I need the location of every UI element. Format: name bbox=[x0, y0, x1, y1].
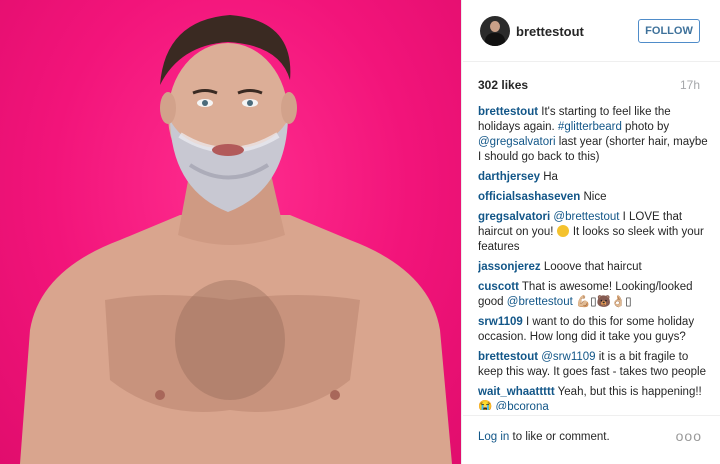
instagram-post-window: brettestout FOLLOW 302 likes 17h brettes… bbox=[0, 0, 720, 464]
comment-username-link[interactable]: jassonjerez bbox=[478, 261, 541, 273]
comment-item: cuscott That is awesome! Looking/looked … bbox=[478, 280, 710, 310]
mention-link[interactable]: @brettestout bbox=[507, 296, 573, 308]
post-footer: Log in to like or comment. ooo bbox=[463, 415, 720, 464]
comment-item: srw1109 I want to do this for some holid… bbox=[478, 315, 710, 345]
comment-text: Looove that haircut bbox=[540, 261, 642, 273]
smiley-emoji-icon bbox=[556, 225, 569, 237]
comment-item: darthjersey Ha bbox=[478, 170, 710, 185]
comment-text: Ha bbox=[540, 171, 558, 183]
post-timestamp[interactable]: 17h bbox=[680, 78, 700, 92]
login-link[interactable]: Log in bbox=[478, 431, 509, 443]
post-sidebar: brettestout FOLLOW 302 likes 17h brettes… bbox=[463, 0, 720, 464]
avatar-body bbox=[485, 33, 505, 46]
mention-link[interactable]: #glitterbeard bbox=[558, 121, 622, 133]
more-options-icon[interactable]: ooo bbox=[676, 428, 702, 444]
post-stats: 302 likes 17h bbox=[463, 63, 720, 101]
comment-username-link[interactable]: wait_whaattttt bbox=[478, 386, 555, 398]
comment-username-link[interactable]: brettestout bbox=[478, 106, 538, 118]
comment-text: 💪🏼▯🐻👌🏼▯ bbox=[572, 296, 632, 308]
comment-item: brettestout It's starting to feel like t… bbox=[478, 105, 710, 165]
avatar-head bbox=[490, 21, 500, 32]
login-prompt: Log in to like or comment. bbox=[478, 431, 610, 443]
post-header: brettestout FOLLOW bbox=[463, 0, 720, 62]
comment-username-link[interactable]: srw1109 bbox=[478, 316, 523, 328]
login-prompt-text: to like or comment. bbox=[509, 431, 610, 443]
post-photo[interactable] bbox=[0, 0, 462, 464]
likes-count[interactable]: 302 likes bbox=[478, 78, 528, 92]
mention-link[interactable]: @srw1109 bbox=[538, 351, 595, 363]
comment-item: gregsalvatori @brettestout I LOVE that h… bbox=[478, 210, 710, 255]
comment-username-link[interactable]: brettestout bbox=[478, 351, 538, 363]
mention-link[interactable]: @brettestout bbox=[550, 211, 619, 223]
comment-username-link[interactable]: officialsashaseven bbox=[478, 191, 580, 203]
comment-item: officialsashaseven Nice bbox=[478, 190, 710, 205]
comment-text: Nice bbox=[580, 191, 607, 203]
mention-link[interactable]: @gregsalvatori bbox=[478, 136, 556, 148]
comment-username-link[interactable]: darthjersey bbox=[478, 171, 540, 183]
mention-link[interactable]: @bcorona_____ bbox=[496, 401, 581, 410]
comment-item: brettestout @srw1109 it is a bit fragile… bbox=[478, 350, 710, 380]
comment-item: wait_whaattttt Yeah, but this is happeni… bbox=[478, 385, 710, 410]
avatar[interactable] bbox=[480, 16, 510, 46]
follow-button[interactable]: FOLLOW bbox=[638, 19, 700, 43]
comment-text: photo by bbox=[621, 121, 670, 133]
comments-list: brettestout It's starting to feel like t… bbox=[478, 105, 710, 410]
comment-username-link[interactable]: gregsalvatori bbox=[478, 211, 550, 223]
comment-item: jassonjerez Looove that haircut bbox=[478, 260, 710, 275]
username-link[interactable]: brettestout bbox=[516, 24, 584, 39]
comment-username-link[interactable]: cuscott bbox=[478, 281, 519, 293]
portrait-illustration bbox=[20, 15, 452, 464]
